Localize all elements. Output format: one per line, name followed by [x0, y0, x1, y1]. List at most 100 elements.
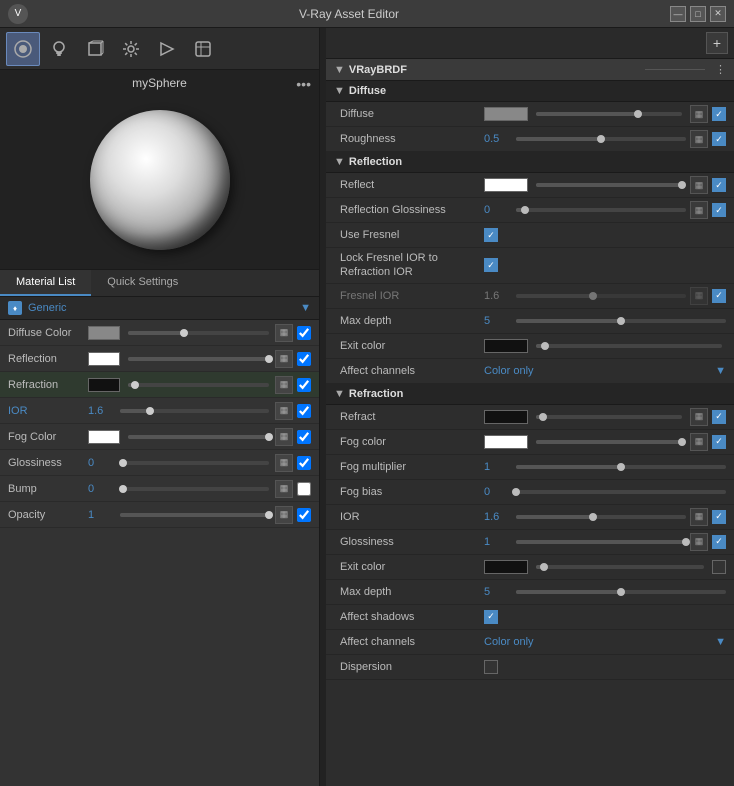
right-refr-max-depth-slider[interactable] [516, 590, 726, 594]
opacity-map-btn[interactable]: ▦ [275, 506, 293, 524]
reflection-section-header[interactable]: ▼ Reflection [326, 152, 734, 173]
reflection-swatch[interactable] [88, 352, 120, 366]
settings-tool-button[interactable] [114, 32, 148, 66]
fog-color-check[interactable] [297, 430, 311, 444]
right-reflect-map-btn[interactable]: ▦ [690, 176, 708, 194]
right-fog-mult-slider[interactable] [516, 465, 726, 469]
right-refr-glossiness-map-btn[interactable]: ▦ [690, 533, 708, 551]
right-refr-exit-color-check[interactable] [712, 560, 726, 574]
right-diffuse-map-btn[interactable]: ▦ [690, 105, 708, 123]
right-fog-color-check[interactable] [712, 435, 726, 449]
reflection-section-title: Reflection [349, 156, 726, 168]
right-refl-glossiness-slider[interactable] [516, 208, 686, 212]
diffuse-color-swatch[interactable] [88, 326, 120, 340]
right-fog-color-slider[interactable] [536, 440, 682, 444]
right-refract-check[interactable] [712, 410, 726, 424]
right-max-depth-slider[interactable] [516, 319, 726, 323]
glossiness-check[interactable] [297, 456, 311, 470]
ior-slider[interactable] [120, 409, 269, 413]
minimize-button[interactable]: — [670, 6, 686, 22]
reflection-slider[interactable] [128, 357, 269, 361]
right-refr-exit-color-slider[interactable] [536, 565, 704, 569]
refraction-slider[interactable] [128, 383, 269, 387]
right-fresnel-ior-map-btn[interactable]: ▦ [690, 287, 708, 305]
right-dispersion-check[interactable] [484, 660, 498, 674]
refraction-section-header[interactable]: ▼ Refraction [326, 384, 734, 405]
add-asset-button[interactable]: + [706, 32, 728, 54]
right-reflect-slider[interactable] [536, 183, 682, 187]
right-affect-shadows-check[interactable] [484, 610, 498, 624]
right-fog-bias-slider[interactable] [516, 490, 726, 494]
render-tool-button[interactable] [150, 32, 184, 66]
geometry-tool-button[interactable] [78, 32, 112, 66]
right-refract-row: Refract ▦ [326, 405, 734, 430]
glossiness-slider[interactable] [120, 461, 269, 465]
preview-menu-button[interactable]: ••• [296, 76, 311, 92]
fog-color-swatch[interactable] [88, 430, 120, 444]
right-exit-color-swatch[interactable] [484, 339, 528, 353]
refraction-map-btn[interactable]: ▦ [275, 376, 293, 394]
fog-color-map-btn[interactable]: ▦ [275, 428, 293, 446]
ior-map-btn[interactable]: ▦ [275, 402, 293, 420]
right-exit-color-slider[interactable] [536, 344, 722, 348]
bump-check[interactable] [297, 482, 311, 496]
right-refract-slider[interactable] [536, 415, 682, 419]
brdf-menu-icon[interactable]: ⋮ [715, 63, 726, 76]
right-fresnel-ior-slider[interactable] [516, 294, 686, 298]
right-fog-color-map-btn[interactable]: ▦ [690, 433, 708, 451]
right-roughness-slider[interactable] [516, 137, 686, 141]
bump-slider[interactable] [120, 487, 269, 491]
diffuse-section-header[interactable]: ▼ Diffuse [326, 81, 734, 102]
right-lock-fresnel-check[interactable] [484, 258, 498, 272]
right-affect-channels-refr-arrow[interactable]: ▼ [715, 636, 726, 648]
right-fresnel-ior-check[interactable] [712, 289, 726, 303]
glossiness-map-btn[interactable]: ▦ [275, 454, 293, 472]
opacity-slider[interactable] [120, 513, 269, 517]
tab-material-list[interactable]: Material List [0, 270, 91, 296]
right-refr-ior-slider[interactable] [516, 515, 686, 519]
right-affect-channels-refl-value[interactable]: Color only [484, 365, 711, 377]
bump-map-btn[interactable]: ▦ [275, 480, 293, 498]
close-button[interactable]: ✕ [710, 6, 726, 22]
fog-color-slider[interactable] [128, 435, 269, 439]
tab-quick-settings[interactable]: Quick Settings [91, 270, 194, 296]
effects-tool-button[interactable] [186, 32, 220, 66]
collapse-brdf-icon[interactable]: ▼ [334, 64, 345, 76]
right-refl-glossiness-check[interactable] [712, 203, 726, 217]
right-diffuse-check[interactable] [712, 107, 726, 121]
diffuse-color-check[interactable] [297, 326, 311, 340]
diffuse-color-slider[interactable] [128, 331, 269, 335]
right-reflect-check[interactable] [712, 178, 726, 192]
right-roughness-check[interactable] [712, 132, 726, 146]
material-name[interactable]: Generic [28, 302, 294, 314]
right-refract-swatch[interactable] [484, 410, 528, 424]
right-reflect-swatch[interactable] [484, 178, 528, 192]
reflection-check[interactable] [297, 352, 311, 366]
diffuse-color-map-btn[interactable]: ▦ [275, 324, 293, 342]
reflection-map-btn[interactable]: ▦ [275, 350, 293, 368]
right-refr-glossiness-check[interactable] [712, 535, 726, 549]
right-affect-channels-refr-value[interactable]: Color only [484, 636, 711, 648]
material-dropdown[interactable]: ♦ Generic ▼ [0, 297, 319, 320]
fog-color-row: Fog Color ▦ [0, 424, 319, 450]
lights-tool-button[interactable] [42, 32, 76, 66]
right-roughness-map-btn[interactable]: ▦ [690, 130, 708, 148]
right-refr-glossiness-slider[interactable] [516, 540, 686, 544]
right-refl-glossiness-map-btn[interactable]: ▦ [690, 201, 708, 219]
window-controls[interactable]: — □ ✕ [670, 6, 726, 22]
right-use-fresnel-check[interactable] [484, 228, 498, 242]
maximize-button[interactable]: □ [690, 6, 706, 22]
materials-tool-button[interactable] [6, 32, 40, 66]
right-refr-exit-color-swatch[interactable] [484, 560, 528, 574]
opacity-check[interactable] [297, 508, 311, 522]
right-refr-ior-map-btn[interactable]: ▦ [690, 508, 708, 526]
right-affect-channels-refl-arrow[interactable]: ▼ [715, 365, 726, 377]
right-diffuse-slider[interactable] [536, 112, 682, 116]
ior-check[interactable] [297, 404, 311, 418]
right-refract-map-btn[interactable]: ▦ [690, 408, 708, 426]
refraction-check[interactable] [297, 378, 311, 392]
right-diffuse-swatch[interactable] [484, 107, 528, 121]
right-fog-color-swatch[interactable] [484, 435, 528, 449]
refraction-swatch[interactable] [88, 378, 120, 392]
right-refr-ior-check[interactable] [712, 510, 726, 524]
